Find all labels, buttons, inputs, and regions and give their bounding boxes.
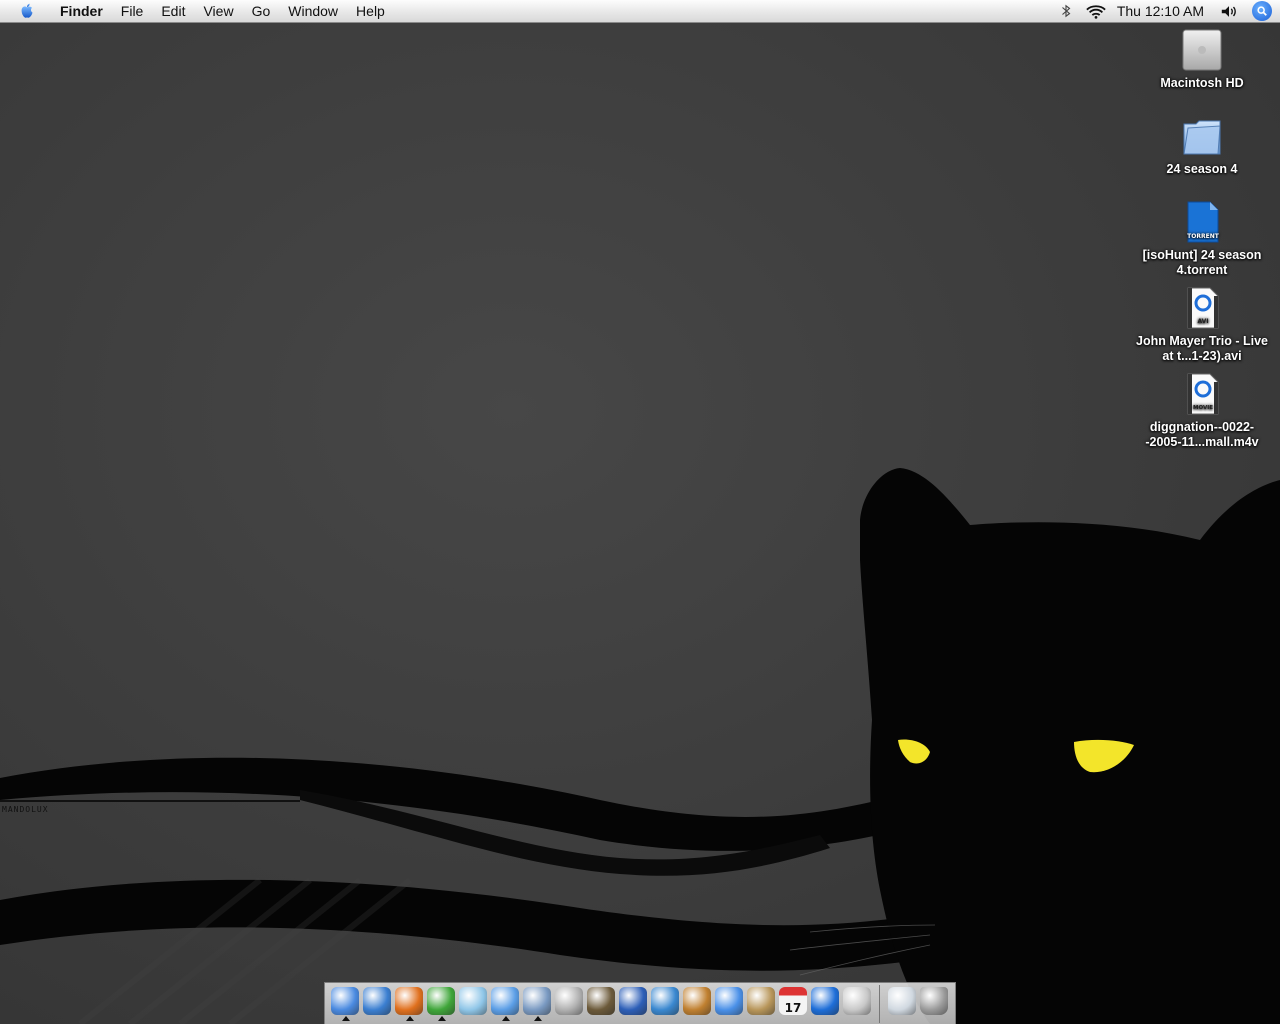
dock-item-iphoto[interactable] xyxy=(586,986,616,1021)
running-indicator xyxy=(502,1015,510,1021)
menu-view[interactable]: View xyxy=(194,0,242,22)
adium-duck-icon xyxy=(427,986,455,1015)
desktop-icon-torrent-file[interactable]: TORRENT [isoHunt] 24 season 4.torrent xyxy=(1132,200,1272,278)
desktop-icon-folder-24-season-4[interactable]: 24 season 4 xyxy=(1132,114,1272,177)
hard-drive-icon xyxy=(1180,28,1224,72)
running-indicator xyxy=(438,1015,446,1021)
dock-item-imovie[interactable] xyxy=(618,986,648,1021)
quicktime-icon xyxy=(811,986,839,1015)
dvd-icon xyxy=(555,986,583,1015)
mail-icon xyxy=(523,986,551,1015)
running-indicator xyxy=(534,1015,542,1021)
safari-icon xyxy=(363,986,391,1015)
imovie-icon xyxy=(619,986,647,1015)
dock-item-firefox[interactable] xyxy=(394,986,424,1021)
menu-file[interactable]: File xyxy=(112,0,153,22)
desktop-icon-macintosh-hd[interactable]: Macintosh HD xyxy=(1132,28,1272,91)
running-indicator xyxy=(406,1015,414,1021)
wallpaper-panther xyxy=(0,468,1280,1024)
desktop-icon-label: diggnation--0022--2005-11...mall.m4v xyxy=(1145,420,1259,449)
dock-item-ichat[interactable] xyxy=(714,986,744,1021)
dock-item-mail[interactable] xyxy=(522,986,552,1021)
dock-item-system-preferences[interactable] xyxy=(842,986,872,1021)
torrent-file-icon: TORRENT xyxy=(1180,200,1224,244)
avi-badge: AVI xyxy=(1197,318,1208,325)
dock-item-idvd[interactable] xyxy=(650,986,680,1021)
dock-item-safari[interactable] xyxy=(362,986,392,1021)
dock-right xyxy=(886,986,950,1021)
guitar-icon xyxy=(683,986,711,1015)
finder-icon xyxy=(331,986,359,1015)
dock-item-dvd-player[interactable] xyxy=(554,986,584,1021)
desktop-icon-m4v-file[interactable]: MOVIE diggnation--0022--2005-11...mall.m… xyxy=(1132,372,1272,450)
wifi-icon[interactable] xyxy=(1085,2,1107,20)
wallpaper-watermark: MANDOLUX xyxy=(2,805,49,814)
desktop-icon-label: [isoHunt] 24 season 4.torrent xyxy=(1142,248,1262,277)
menu-help[interactable]: Help xyxy=(347,0,394,22)
apple-prefs-icon xyxy=(843,986,871,1015)
desktop[interactable]: MANDOLUX Macintosh HD 24 season 4 TORREN… xyxy=(0,0,1280,1024)
folder-icon xyxy=(1180,114,1224,158)
firefox-icon xyxy=(395,986,423,1015)
itunes-icon xyxy=(459,986,487,1015)
quicktime-movie-icon: MOVIE xyxy=(1180,372,1224,416)
movie-badge: MOVIE xyxy=(1193,405,1213,411)
dock-item-text: 17 xyxy=(784,1000,802,1015)
desktop-icon-avi-file[interactable]: AVI John Mayer Trio - Live at t...1-23).… xyxy=(1132,286,1272,364)
menu-bar: Finder File Edit View Go Window Help Thu… xyxy=(0,0,1280,23)
dock-apps: 17 xyxy=(329,986,873,1021)
dock-item-itunes[interactable] xyxy=(458,986,488,1021)
menu-window[interactable]: Window xyxy=(279,0,347,22)
menu-go[interactable]: Go xyxy=(243,0,280,22)
volume-icon[interactable] xyxy=(1218,2,1240,20)
window-icon xyxy=(888,986,916,1015)
dock-item-quicktime[interactable] xyxy=(810,986,840,1021)
desktop-icon-label: John Mayer Trio - Live at t...1-23).avi xyxy=(1136,334,1268,363)
menu-edit[interactable]: Edit xyxy=(152,0,194,22)
menu-clock[interactable]: Thu 12:10 AM xyxy=(1111,3,1214,19)
dock-separator xyxy=(879,984,880,1023)
dock-item-trash[interactable] xyxy=(919,986,949,1021)
dock-item-finder[interactable] xyxy=(330,986,360,1021)
bluetooth-icon[interactable] xyxy=(1055,2,1077,20)
idvd-icon xyxy=(651,986,679,1015)
dock-item-address-book[interactable] xyxy=(746,986,776,1021)
desktop-icon-label: Macintosh HD xyxy=(1160,76,1244,90)
address-book-icon xyxy=(747,986,775,1015)
torrent-badge: TORRENT xyxy=(1187,233,1220,240)
running-indicator xyxy=(342,1015,350,1021)
desktop-icon-label: 24 season 4 xyxy=(1166,162,1238,176)
spotlight-icon[interactable] xyxy=(1252,1,1272,21)
dock-item-adium[interactable] xyxy=(426,986,456,1021)
quicktime-movie-icon: AVI xyxy=(1180,286,1224,330)
dock-item-ical[interactable]: 17 xyxy=(778,986,808,1021)
calendar-icon: 17 xyxy=(779,986,807,1015)
menu-finder[interactable]: Finder xyxy=(51,0,112,22)
trash-icon xyxy=(920,986,948,1015)
box-icon xyxy=(491,986,519,1015)
dock-item-garageband[interactable] xyxy=(682,986,712,1021)
iphoto-icon xyxy=(587,986,615,1015)
dock-item-app-store-box[interactable] xyxy=(490,986,520,1021)
dock-item-downloads-window[interactable] xyxy=(887,986,917,1021)
dock: 17 xyxy=(324,982,956,1024)
ichat-icon xyxy=(715,986,743,1015)
apple-menu-icon[interactable] xyxy=(17,1,37,21)
